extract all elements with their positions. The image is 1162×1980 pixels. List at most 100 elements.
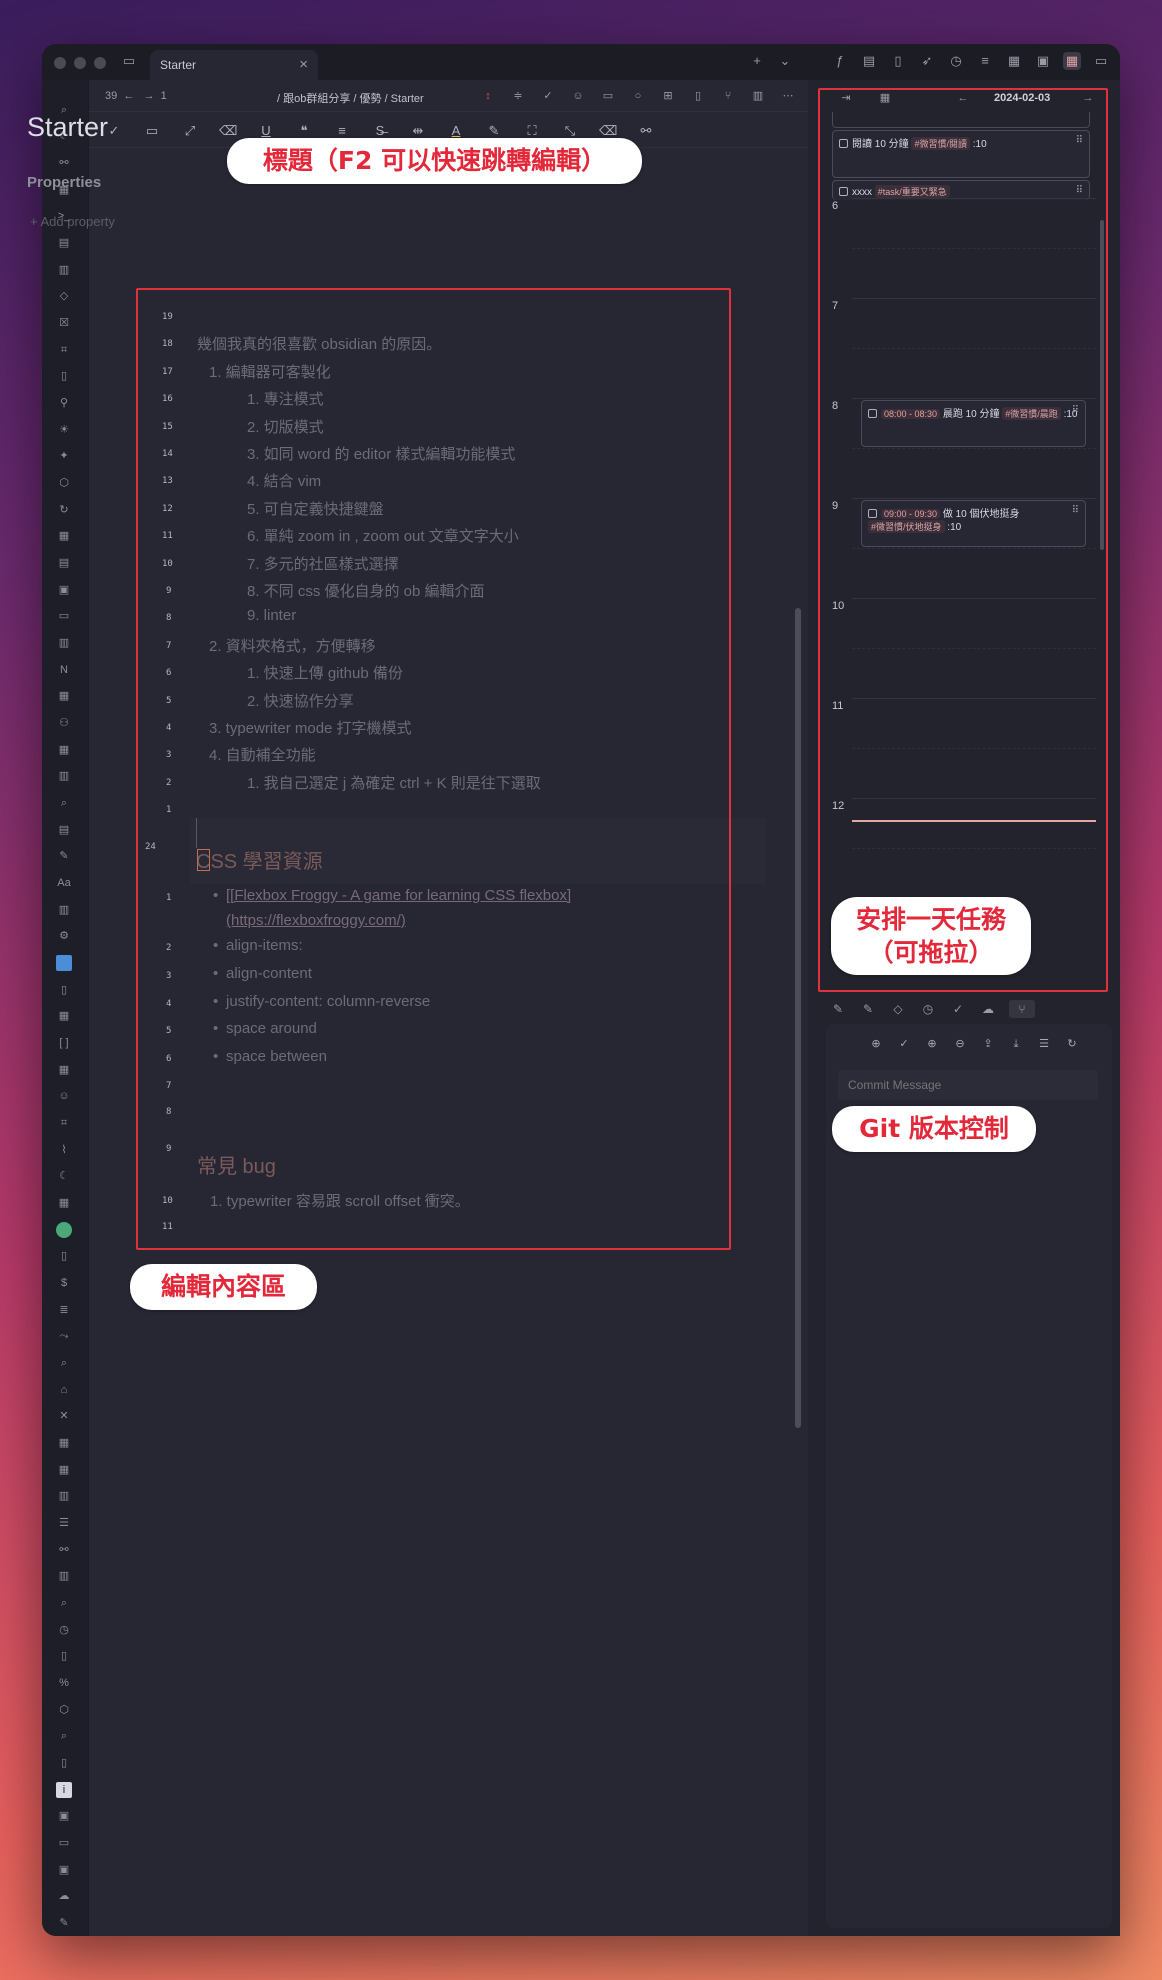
push-icon[interactable]: ⊕ bbox=[868, 1036, 884, 1052]
commit-message-input[interactable] bbox=[838, 1070, 1098, 1100]
file-code-icon[interactable]: ▯ bbox=[56, 982, 72, 998]
clock-icon[interactable]: ◷ bbox=[919, 1000, 937, 1018]
fork-icon[interactable]: ⑂ bbox=[720, 88, 736, 104]
download-icon[interactable]: ⤓ bbox=[1008, 1036, 1024, 1052]
page-title[interactable]: Starter bbox=[27, 112, 108, 143]
sparkle-icon[interactable]: ✦ bbox=[56, 448, 72, 464]
zoom-icon[interactable]: ⌕ bbox=[56, 1595, 72, 1611]
cube-icon[interactable]: ⬡ bbox=[56, 475, 72, 491]
monitor-icon[interactable]: ▭ bbox=[600, 88, 616, 104]
tools-icon[interactable]: ✕ bbox=[56, 1408, 72, 1424]
moon-alt-icon[interactable]: ☾ bbox=[56, 1168, 72, 1184]
calendar-list-icon[interactable]: ▦ bbox=[56, 1462, 72, 1478]
calendar-clock-icon[interactable]: ◷ bbox=[947, 52, 965, 70]
calendar-alt-icon[interactable]: ▦ bbox=[56, 1195, 72, 1211]
tab-list-icon[interactable]: ⌄ bbox=[776, 52, 794, 70]
terminal-alt-icon[interactable]: ▣ bbox=[56, 1862, 72, 1878]
clip-icon[interactable]: ⌇ bbox=[56, 1142, 72, 1158]
green-circle-icon[interactable] bbox=[56, 1222, 72, 1238]
edit-icon[interactable]: ✎ bbox=[829, 1000, 847, 1018]
clipboard-icon[interactable]: ▯ bbox=[56, 1755, 72, 1771]
expand-icon[interactable]: ⤢ bbox=[181, 122, 199, 140]
commit-icon[interactable]: ✓ bbox=[896, 1036, 912, 1052]
dollar-icon[interactable]: $ bbox=[56, 1275, 72, 1291]
file-icon[interactable]: ▤ bbox=[860, 52, 878, 70]
window-icon[interactable]: ▭ bbox=[143, 122, 161, 140]
image-icon[interactable]: ▣ bbox=[56, 582, 72, 598]
close-window-button[interactable] bbox=[54, 57, 66, 69]
back-icon[interactable]: ← → bbox=[120, 90, 157, 102]
minimize-window-button[interactable] bbox=[74, 57, 86, 69]
cursor-icon[interactable]: ➶ bbox=[918, 52, 936, 70]
tag-icon[interactable]: ◇ bbox=[56, 288, 72, 304]
tag-icon[interactable]: ◇ bbox=[889, 1000, 907, 1018]
graph-icon[interactable]: ⚯ bbox=[637, 122, 655, 140]
crop-alt-icon[interactable]: ⌗ bbox=[56, 1115, 72, 1131]
cloud-icon[interactable]: ☁ bbox=[56, 1888, 72, 1904]
unstage-all-icon[interactable]: ⊖ bbox=[952, 1036, 968, 1052]
typewriter-icon[interactable]: ↕ bbox=[480, 88, 496, 104]
calendar-icon[interactable]: ▦ bbox=[56, 528, 72, 544]
document-icon[interactable]: ▯ bbox=[889, 52, 907, 70]
search-third-icon[interactable]: ⌕ bbox=[56, 1355, 72, 1371]
table-alt-icon[interactable]: ▦ bbox=[56, 1062, 72, 1078]
crop-icon[interactable]: ⌗ bbox=[56, 342, 72, 358]
home-icon[interactable]: ⌂ bbox=[56, 1382, 72, 1398]
panel-icon[interactable]: ▤ bbox=[56, 822, 72, 838]
graph-icon[interactable]: ⚯ bbox=[56, 155, 72, 171]
emoji-icon[interactable]: ☺ bbox=[56, 1088, 72, 1104]
bin-icon[interactable]: ▥ bbox=[56, 902, 72, 918]
font-icon[interactable]: Aa bbox=[56, 875, 72, 891]
bulb-icon[interactable]: ☀ bbox=[56, 422, 72, 438]
book-open-icon[interactable]: ▥ bbox=[56, 1488, 72, 1504]
layout-icon[interactable]: ▤ bbox=[56, 235, 72, 251]
add-property-button[interactable]: + Add property bbox=[30, 214, 115, 229]
eraser-icon[interactable]: ⌫ bbox=[219, 122, 237, 140]
draw-icon[interactable]: ✎ bbox=[56, 848, 72, 864]
tablet-icon[interactable]: ▯ bbox=[56, 368, 72, 384]
color-square-icon[interactable] bbox=[56, 955, 72, 971]
book-icon[interactable]: ▥ bbox=[56, 635, 72, 651]
circle-icon[interactable]: ○ bbox=[630, 88, 646, 104]
reading-view-icon[interactable]: ▥ bbox=[750, 88, 766, 104]
brackets-icon[interactable]: [ ] bbox=[56, 1035, 72, 1051]
close-icon[interactable]: × bbox=[299, 56, 308, 73]
close-box-icon[interactable]: ☒ bbox=[56, 315, 72, 331]
window-icon[interactable]: ▭ bbox=[56, 608, 72, 624]
new-tab-icon[interactable]: + bbox=[748, 52, 766, 70]
refresh-icon[interactable]: ↻ bbox=[56, 502, 72, 518]
route-icon[interactable]: ⤳ bbox=[56, 1328, 72, 1344]
git-branch-icon[interactable]: ⑂ bbox=[1009, 1000, 1035, 1018]
bookmark-icon[interactable]: ▯ bbox=[690, 88, 706, 104]
zoom-window-button[interactable] bbox=[94, 57, 106, 69]
network-icon[interactable]: ⚯ bbox=[56, 1542, 72, 1558]
breadcrumb[interactable]: / 跟ob群組分享 / 優勢 / Starter bbox=[277, 90, 424, 106]
sidebar-toggle-icon[interactable]: ▭ bbox=[120, 52, 138, 70]
calendar-check-icon[interactable]: ▦ bbox=[56, 688, 72, 704]
check-icon[interactable]: ✓ bbox=[540, 88, 556, 104]
stack-icon[interactable]: ≣ bbox=[56, 1302, 72, 1318]
bookmark-icon[interactable]: ▯ bbox=[56, 1648, 72, 1664]
calendar-icon[interactable]: ▦ bbox=[1005, 52, 1023, 70]
info-icon[interactable]: i bbox=[56, 1782, 72, 1798]
contact-icon[interactable]: ▣ bbox=[56, 1808, 72, 1824]
upload-icon[interactable]: ⇪ bbox=[980, 1036, 996, 1052]
tree-icon[interactable]: ⚲ bbox=[56, 395, 72, 411]
check-icon[interactable]: ✓ bbox=[949, 1000, 967, 1018]
cloud-icon[interactable]: ☁ bbox=[979, 1000, 997, 1018]
pen-icon[interactable]: ✎ bbox=[56, 1915, 72, 1931]
gear-file-icon[interactable]: ⚙ bbox=[56, 928, 72, 944]
editor-scroll-thumb[interactable] bbox=[795, 608, 801, 1428]
emoji-icon[interactable]: ☺ bbox=[570, 88, 586, 104]
edit-alt-icon[interactable]: ✎ bbox=[859, 1000, 877, 1018]
clock-icon[interactable]: ◷ bbox=[56, 1622, 72, 1638]
grid-icon[interactable]: ⊞ bbox=[660, 88, 676, 104]
list-view-icon[interactable]: ☰ bbox=[1036, 1036, 1052, 1052]
tasks-icon[interactable]: ☰ bbox=[56, 1515, 72, 1531]
trash-icon[interactable]: ▥ bbox=[56, 262, 72, 278]
delete-icon[interactable]: ▥ bbox=[56, 768, 72, 784]
folder-icon[interactable]: ▭ bbox=[56, 1835, 72, 1851]
more-options-icon[interactable]: ⋯ bbox=[780, 88, 796, 104]
strikethrough-icon[interactable]: ≑ bbox=[510, 88, 526, 104]
right-sidebar-toggle-icon[interactable]: ▭ bbox=[1092, 52, 1110, 70]
